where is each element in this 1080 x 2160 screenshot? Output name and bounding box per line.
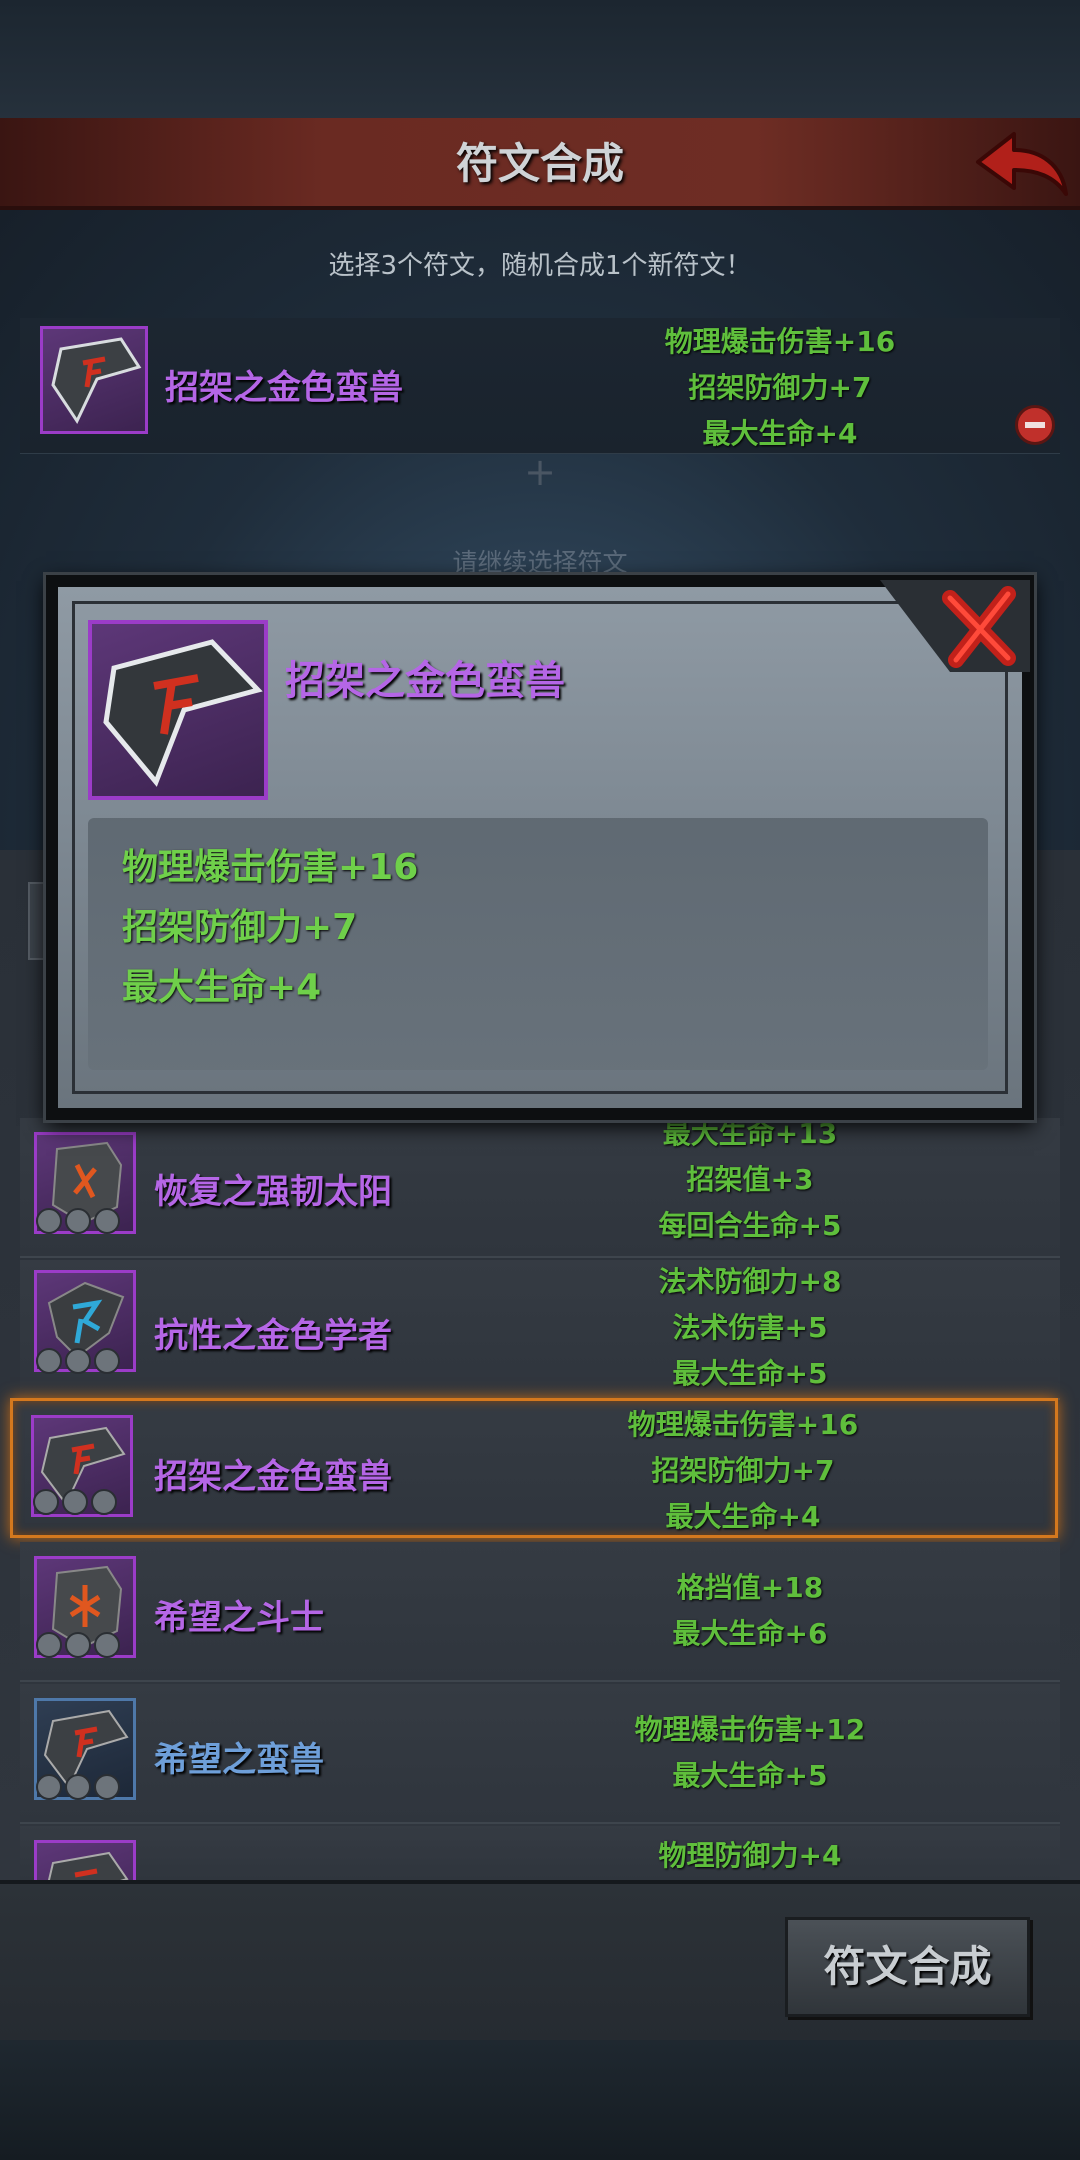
rune-stat: 法术防御力+8 bbox=[658, 1265, 842, 1298]
slot-icon bbox=[65, 1774, 91, 1800]
rune-stat: 法术伤害+5 bbox=[672, 1311, 828, 1344]
back-arrow-icon bbox=[976, 132, 1068, 196]
header-bar: 符文合成 bbox=[0, 118, 1080, 210]
mini-icons bbox=[36, 1774, 123, 1804]
rune-name: 希望之蛮兽 bbox=[154, 1740, 324, 1780]
slot-icon bbox=[62, 1489, 88, 1515]
slot-icon bbox=[94, 1632, 120, 1658]
slot-icon bbox=[36, 1774, 62, 1800]
page-title: 符文合成 bbox=[455, 139, 624, 188]
top-background bbox=[0, 0, 1080, 120]
rune-stat: 最大生命+6 bbox=[672, 1617, 828, 1650]
instruction-text: 选择3个符文，随机合成1个新符文！ bbox=[328, 251, 752, 281]
rune-icon bbox=[47, 1851, 129, 1880]
slot-icon bbox=[36, 1348, 62, 1374]
compose-button[interactable]: 符文合成 bbox=[785, 1917, 1030, 2017]
selected-stat-1: 物理爆击伤害+16 bbox=[664, 325, 896, 358]
rune-stat: 最大生命+4 bbox=[665, 1500, 821, 1533]
rune-name: 希望之斗士 bbox=[154, 1598, 324, 1638]
popup-stat-1: 物理爆击伤害+16 bbox=[122, 847, 419, 888]
rune-name: 招架之金色蛮兽 bbox=[154, 1457, 392, 1497]
selected-rune-icon-frame bbox=[40, 326, 148, 434]
popup-rune-icon-frame bbox=[88, 620, 268, 800]
rune-stat: 物理爆击伤害+16 bbox=[627, 1408, 859, 1441]
rune-stat: 招架防御力+7 bbox=[651, 1454, 835, 1487]
slot-icon bbox=[65, 1208, 91, 1234]
rune-stat: 物理防御力+4 bbox=[658, 1839, 842, 1872]
mini-icons bbox=[36, 1632, 123, 1662]
popup-close-button[interactable] bbox=[880, 580, 1030, 672]
rune-name: 恢复之强韧太阳 bbox=[154, 1172, 392, 1212]
back-button[interactable] bbox=[970, 128, 1070, 204]
list-item-selected[interactable]: 招架之金色蛮兽 物理爆击伤害+16 招架防御力+7 最大生命+4 bbox=[10, 1398, 1058, 1538]
rune-stat: 最大生命+5 bbox=[672, 1357, 828, 1390]
selected-rune-name: 招架之金色蛮兽 bbox=[165, 368, 403, 408]
remove-rune-button[interactable] bbox=[1015, 405, 1055, 445]
popup-stat-3: 最大生命+4 bbox=[122, 967, 322, 1008]
mini-icons bbox=[36, 1208, 123, 1238]
bottom-background bbox=[0, 2040, 1080, 2160]
list-item[interactable]: 抗性之金色学者 法术防御力+8 法术伤害+5 最大生命+5 bbox=[20, 1260, 1060, 1400]
mini-icons bbox=[36, 1348, 123, 1378]
slot-icon bbox=[65, 1348, 91, 1374]
selected-stat-2: 招架防御力+7 bbox=[688, 371, 872, 404]
slot-icon bbox=[36, 1632, 62, 1658]
slot-icon bbox=[65, 1632, 91, 1658]
list-item[interactable]: 物理防御力+4 bbox=[20, 1826, 1060, 1880]
slot-icon bbox=[94, 1208, 120, 1234]
plus-icon: + bbox=[524, 450, 556, 494]
rune-stat: 格挡值+18 bbox=[676, 1571, 824, 1604]
popup-rune-name: 招架之金色蛮兽 bbox=[285, 658, 565, 704]
mini-icons bbox=[33, 1489, 120, 1519]
popup-stat-2: 招架防御力+7 bbox=[122, 907, 358, 948]
rune-stat: 最大生命+5 bbox=[672, 1759, 828, 1792]
close-x-icon bbox=[880, 580, 1030, 672]
rune-stat: 每回合生命+5 bbox=[658, 1209, 842, 1242]
slot-icon bbox=[94, 1348, 120, 1374]
selected-stat-3: 最大生命+4 bbox=[702, 417, 858, 450]
rune-name: 抗性之金色学者 bbox=[154, 1316, 392, 1356]
slot-icon bbox=[36, 1208, 62, 1234]
rune-stat: 招架值+3 bbox=[686, 1163, 814, 1196]
list-item[interactable]: 希望之斗士 格挡值+18 最大生命+6 bbox=[20, 1542, 1060, 1682]
slot-icon bbox=[33, 1489, 59, 1515]
continue-hint: 请继续选择符文 bbox=[452, 548, 628, 577]
list-item[interactable]: 希望之蛮兽 物理爆击伤害+12 最大生命+5 bbox=[20, 1684, 1060, 1824]
slot-icon bbox=[94, 1774, 120, 1800]
rune-icon bbox=[103, 639, 263, 787]
slot-icon bbox=[91, 1489, 117, 1515]
list-item[interactable]: 恢复之强韧太阳 最大生命+13 招架值+3 每回合生命+5 bbox=[20, 1117, 1060, 1258]
rune-stat: 物理爆击伤害+12 bbox=[634, 1713, 866, 1746]
rune-icon bbox=[51, 337, 142, 425]
rune-icon-frame bbox=[34, 1840, 136, 1880]
